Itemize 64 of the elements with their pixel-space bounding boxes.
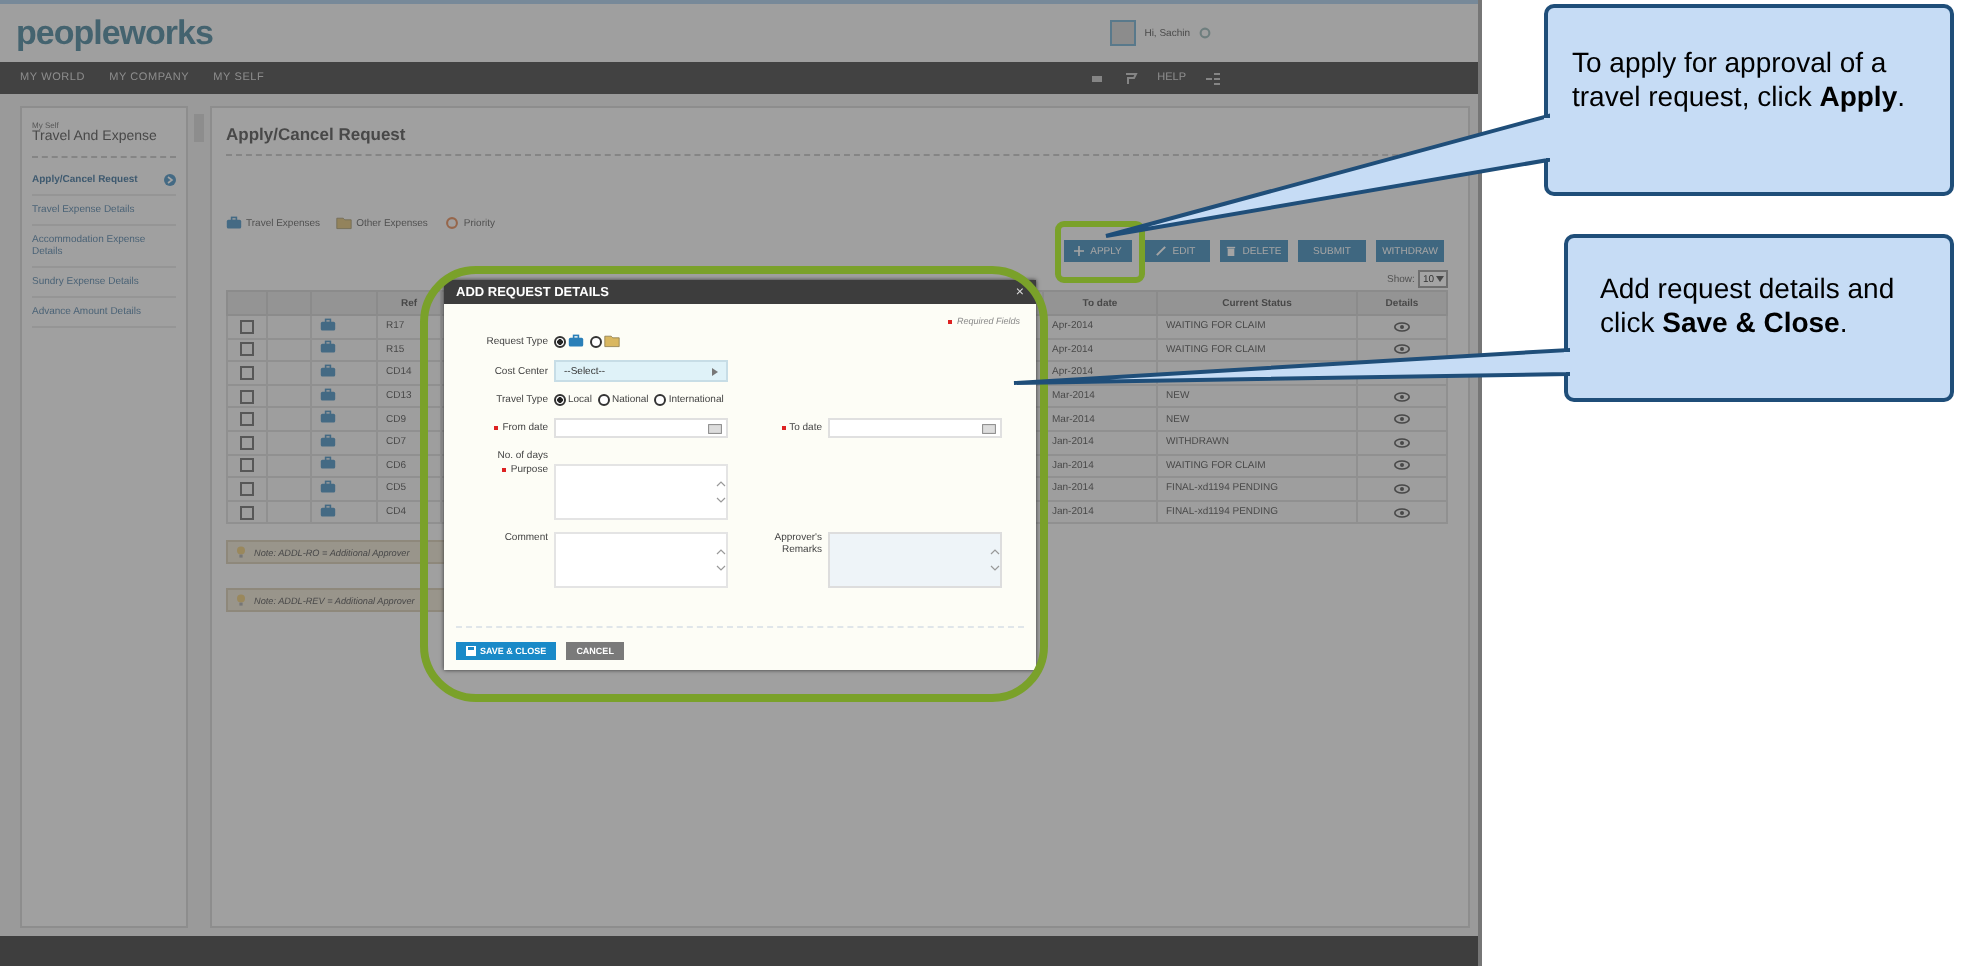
settings-icon[interactable] — [1198, 26, 1212, 40]
folder-icon — [336, 216, 353, 230]
remarks-field[interactable] — [828, 532, 1002, 588]
priority-icon — [443, 216, 460, 230]
briefcase-icon — [320, 387, 336, 402]
briefcase-icon — [320, 503, 336, 518]
flag-icon[interactable] — [1123, 71, 1138, 85]
date-field[interactable] — [828, 418, 1002, 438]
row-checkbox[interactable] — [240, 389, 254, 404]
radio-button[interactable] — [590, 335, 602, 347]
eye-icon[interactable] — [1394, 483, 1410, 494]
folder-icon — [604, 334, 620, 348]
briefcase-icon — [226, 216, 242, 230]
menu-icon[interactable] — [1206, 71, 1220, 85]
comment-field[interactable] — [554, 532, 728, 588]
radio-button[interactable] — [597, 394, 610, 406]
row-checkbox[interactable] — [240, 319, 254, 334]
bulb-icon — [236, 594, 246, 607]
eye-icon[interactable] — [1394, 414, 1410, 425]
radio-button[interactable] — [654, 394, 667, 406]
row-checkbox[interactable] — [240, 505, 254, 520]
date-field[interactable] — [554, 418, 728, 438]
apply-highlight — [1055, 221, 1145, 283]
calendar-icon — [708, 423, 722, 433]
arrow-icon — [163, 174, 176, 186]
briefcase-icon — [320, 479, 336, 494]
purpose-field[interactable] — [554, 464, 728, 520]
required-marker — [948, 319, 953, 323]
eye-icon[interactable] — [1394, 321, 1410, 332]
briefcase-icon — [320, 340, 336, 355]
row-checkbox[interactable] — [240, 481, 254, 496]
caret-icon — [1436, 276, 1444, 282]
radio-button[interactable] — [554, 335, 566, 347]
briefcase-icon — [568, 334, 584, 348]
row-checkbox[interactable] — [240, 342, 254, 357]
briefcase-icon — [320, 363, 336, 378]
eye-icon[interactable] — [1394, 507, 1410, 518]
row-checkbox[interactable] — [240, 458, 254, 473]
calendar-icon — [982, 423, 996, 433]
trash-icon — [1226, 246, 1237, 256]
callout-text: To apply for approval of a travel request, click Apply. — [1572, 46, 1907, 114]
bulb-icon — [236, 546, 246, 559]
row-checkbox[interactable] — [240, 435, 254, 450]
row-checkbox[interactable] — [240, 365, 254, 380]
eye-icon[interactable] — [1394, 437, 1410, 448]
scroll-arrows-icon — [990, 546, 1000, 574]
briefcase-icon — [320, 317, 336, 332]
briefcase-icon — [320, 410, 336, 425]
plus-icon — [1074, 246, 1085, 256]
radio-button[interactable] — [554, 394, 566, 406]
caret-icon — [712, 367, 718, 375]
logo: peopleworks — [16, 13, 213, 53]
callout-text: Add request details and click Save & Close. — [1600, 272, 1897, 340]
pencil-icon — [1156, 246, 1167, 256]
eye-icon[interactable] — [1394, 344, 1410, 355]
briefcase-icon — [320, 456, 336, 471]
eye-icon[interactable] — [1394, 391, 1410, 402]
eye-icon[interactable] — [1394, 460, 1410, 471]
scroll-arrows-icon — [716, 546, 726, 574]
avatar-icon[interactable] — [1110, 20, 1137, 46]
save-icon — [466, 646, 476, 656]
scroll-arrows-icon — [716, 478, 726, 506]
briefcase-icon — [320, 433, 336, 448]
row-checkbox[interactable] — [240, 412, 254, 427]
